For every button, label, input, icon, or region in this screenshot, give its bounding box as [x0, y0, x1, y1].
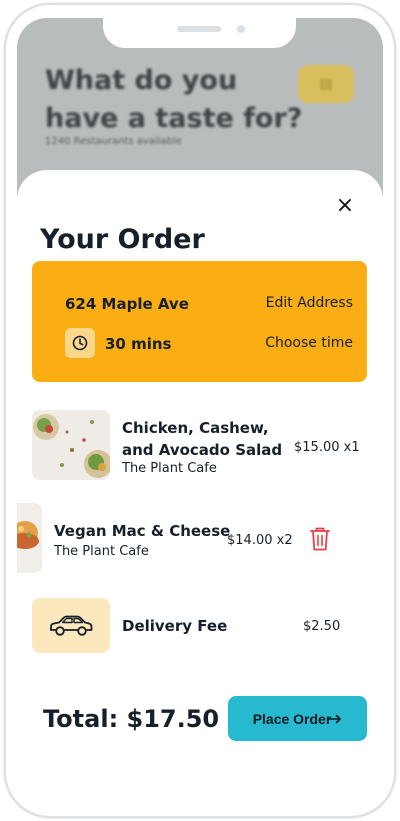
page-title: Your Order — [40, 224, 205, 255]
order-item-price: $15.00 x1 — [294, 440, 360, 455]
background-title: What do you have a taste for? — [45, 65, 303, 134]
background-subtitle: 1240 Restaurants available — [45, 136, 182, 147]
mac-cheese-image — [17, 503, 42, 573]
order-item-name: Chicken, Cashew, and Avocado Salad — [122, 419, 283, 459]
order-item-price: $14.00 x2 — [227, 533, 293, 548]
front-camera — [237, 25, 245, 33]
delete-item-button[interactable] — [309, 526, 331, 552]
close-button[interactable]: × — [332, 192, 358, 218]
filter-icon: ▤ — [319, 76, 333, 92]
address-card: 624 Maple Ave Edit Address 30 mins Choos… — [32, 261, 367, 382]
delivery-fee-label: Delivery Fee — [122, 617, 228, 635]
place-order-button[interactable]: Place Order — [228, 696, 367, 741]
salad-image — [32, 410, 110, 480]
choose-time-link[interactable]: Choose time — [265, 335, 353, 351]
phone-notch — [103, 18, 296, 48]
close-icon[interactable]: × — [336, 193, 354, 218]
order-total: Total: $17.50 — [43, 705, 220, 733]
delivery-time: 30 mins — [105, 335, 172, 353]
car-icon — [32, 598, 110, 653]
clock-icon — [65, 328, 95, 358]
speaker-grille — [177, 26, 221, 32]
order-item-name: Vegan Mac & Cheese — [54, 522, 231, 540]
trash-icon[interactable] — [309, 526, 331, 552]
arrow-right-icon[interactable] — [328, 714, 342, 724]
place-order-label[interactable]: Place Order — [253, 711, 332, 727]
order-item-restaurant: The Plant Cafe — [122, 461, 217, 476]
delivery-fee-price: $2.50 — [303, 619, 341, 634]
order-sheet: × Your Order 624 Maple Ave Edit Address … — [17, 170, 383, 800]
filter-button: ▤ — [298, 65, 354, 103]
phone-screen: What do you have a taste for? 1240 Resta… — [17, 18, 383, 800]
delivery-address: 624 Maple Ave — [65, 295, 189, 313]
order-item-restaurant: The Plant Cafe — [54, 544, 149, 559]
edit-address-link[interactable]: Edit Address — [266, 295, 353, 311]
